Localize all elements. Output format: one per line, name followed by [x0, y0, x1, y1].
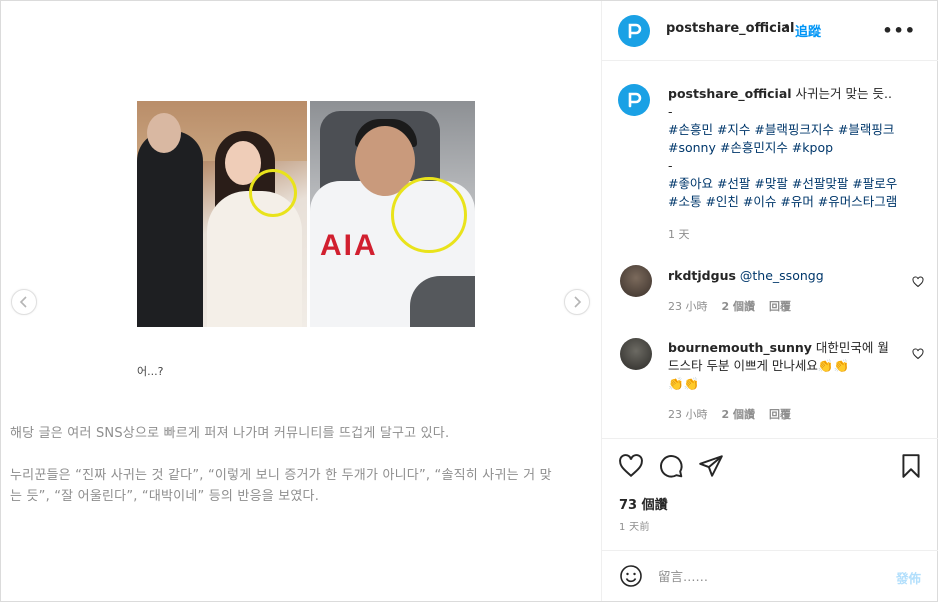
comment-meta: 23 小時 2 個讚 回覆 [668, 406, 791, 422]
follow-button[interactable]: 追蹤 [795, 21, 821, 40]
comment-avatar[interactable] [620, 265, 652, 297]
caption-username[interactable]: postshare_official [668, 86, 792, 101]
comment-time[interactable]: 23 小時 [668, 300, 708, 313]
caption-body: 사귀는거 맞는 듯.. [795, 86, 892, 101]
emoji-smiley-icon[interactable] [619, 564, 643, 588]
reply-button[interactable]: 回覆 [769, 300, 791, 313]
header-separator: • [783, 20, 791, 35]
comment-likes[interactable]: 2 個讚 [722, 408, 755, 421]
header-username[interactable]: postshare_official [666, 21, 795, 36]
share-paper-plane-icon[interactable] [698, 453, 724, 479]
photo-caption: 어...? [137, 365, 164, 378]
caption-dash: - [668, 104, 673, 119]
post-actions: 73 個讚 1 天前 [602, 438, 938, 550]
caption-hashtags-3[interactable]: #좋아요 #선팔 #맞팔 #선팔맞팔 #팔로우 [668, 175, 926, 193]
comment-body: 👏👏 [668, 376, 700, 391]
like-heart-icon[interactable] [618, 453, 644, 479]
postshare-logo-icon [628, 92, 642, 108]
highlight-circle-right [391, 177, 467, 253]
article-paragraph-2-line-2: 는 듯”, “잘 어울린다”, “대박이네” 등의 반응을 보였다. [10, 489, 320, 504]
reply-button[interactable]: 回覆 [769, 408, 791, 421]
comment-avatar[interactable] [620, 338, 652, 370]
post-media: AIA 어...? 해당 글은 여러 SNS상으로 빠르게 퍼져 나가며 커뮤니… [1, 1, 601, 601]
like-count[interactable]: 73 個讚 [619, 494, 668, 513]
next-slide-button[interactable] [564, 289, 590, 315]
comments-list: postshare_official 사귀는거 맞는 듯.. - #손흥민 #지… [602, 62, 938, 438]
comment-text: bournemouth_sunny 대한민국에 월 드스타 두분 이쁘게 만나세… [668, 339, 900, 393]
bookmark-icon[interactable] [898, 453, 924, 479]
post-header: postshare_official • 追蹤 ••• [602, 1, 938, 61]
comment-username[interactable]: bournemouth_sunny [668, 340, 812, 355]
comment-body: 드스타 두분 이쁘게 만나세요👏👏 [668, 358, 850, 373]
caption-hashtags-1[interactable]: #손흥민 #지수 #블랙핑크지수 #블랙핑크 [668, 121, 926, 139]
caption-dash: - [668, 158, 673, 173]
comment-meta: 23 小時 2 個讚 回覆 [668, 298, 791, 314]
highlight-circle-left [249, 169, 297, 217]
post-timestamp[interactable]: 1 天前 [619, 518, 650, 533]
more-options-button[interactable]: ••• [882, 21, 916, 40]
chevron-right-icon [574, 296, 582, 308]
post-comment-button[interactable]: 發佈 [896, 568, 921, 587]
comment-username[interactable]: rkdtjdgus [668, 268, 736, 283]
chevron-left-icon [19, 296, 27, 308]
like-comment-heart-icon[interactable] [912, 348, 924, 360]
postshare-logo-icon [628, 23, 642, 39]
comment-text: rkdtjdgus @the_ssongg [668, 267, 926, 285]
caption-avatar[interactable] [618, 84, 650, 116]
comment-bubble-icon[interactable] [658, 453, 684, 479]
caption-time[interactable]: 1 天 [668, 226, 690, 242]
article-paragraph-1: 해당 글은 여러 SNS상으로 빠르게 퍼져 나가며 커뮤니티를 뜨겁게 달구고… [10, 426, 450, 441]
caption-hashtags-4[interactable]: #소통 #인친 #이슈 #유머 #유머스타그램 [668, 193, 926, 211]
photo-jersey-text: AIA [320, 229, 378, 262]
post-side-panel: postshare_official • 追蹤 ••• postshare_of… [601, 1, 938, 601]
add-comment-bar: 發佈 [602, 550, 938, 601]
caption-hashtags-2[interactable]: #sonny #손흥민지수 #kpop [668, 139, 926, 157]
prev-slide-button[interactable] [11, 289, 37, 315]
comment-mention[interactable]: @the_ssongg [740, 268, 824, 283]
post-photo: AIA [137, 101, 475, 327]
comment-input[interactable] [658, 565, 878, 587]
article-paragraph-2-line-1: 누리꾼들은 “진짜 사귀는 것 같다”, “이렇게 보니 증거가 한 두개가 아… [10, 468, 552, 483]
comment-body: 대한민국에 월 [815, 340, 889, 355]
comment-likes[interactable]: 2 個讚 [722, 300, 755, 313]
profile-avatar[interactable] [618, 15, 650, 47]
like-comment-heart-icon[interactable] [912, 276, 924, 288]
comment-time[interactable]: 23 小時 [668, 408, 708, 421]
caption-text: postshare_official 사귀는거 맞는 듯.. - #손흥민 #지… [668, 85, 926, 211]
